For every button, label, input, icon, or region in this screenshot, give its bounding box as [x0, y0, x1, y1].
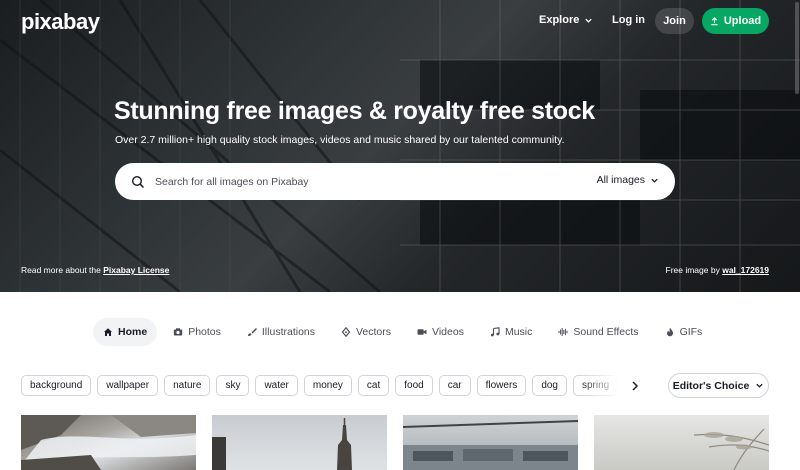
explore-menu-button[interactable]: Explore: [539, 14, 593, 26]
tab-label: Photos: [188, 326, 221, 338]
chip-food[interactable]: food: [395, 375, 433, 396]
pixabay-logo[interactable]: pixabay: [21, 9, 100, 35]
tab-label: Music: [504, 326, 533, 338]
chip-dog[interactable]: dog: [532, 375, 567, 396]
tab-gifs[interactable]: GIFs: [655, 318, 713, 346]
video-icon: [417, 329, 427, 335]
tab-vectors[interactable]: Vectors: [331, 318, 401, 346]
chip-water[interactable]: water: [255, 375, 298, 396]
chip-sky[interactable]: sky: [216, 375, 250, 396]
tab-label: Home: [118, 326, 148, 338]
explore-label: Explore: [539, 14, 580, 26]
image-thumbnail[interactable]: [403, 415, 578, 470]
credit-prefix: Free image by: [665, 265, 723, 275]
brush-icon: [247, 328, 257, 336]
chevron-right-icon[interactable]: [628, 379, 642, 393]
search-suggestion-chips: background wallpaper nature sky water mo…: [21, 375, 619, 397]
sound-wave-icon: [558, 328, 568, 336]
tab-music[interactable]: Music: [480, 318, 542, 346]
upload-label: Upload: [723, 15, 762, 27]
join-button[interactable]: Join: [655, 8, 694, 34]
tab-home[interactable]: Home: [93, 318, 158, 346]
chevron-down-icon: [585, 18, 593, 23]
chevron-down-icon: [756, 383, 763, 388]
chip-cat[interactable]: cat: [357, 375, 390, 396]
license-note: Read more about the Pixabay License: [21, 265, 169, 275]
camera-icon: [173, 328, 183, 336]
image-thumbnail[interactable]: [212, 415, 387, 470]
tab-illustrations[interactable]: Illustrations: [237, 318, 325, 346]
tab-label: Vectors: [356, 326, 392, 338]
license-prefix: Read more about the: [21, 265, 104, 275]
top-navigation: pixabay Explore Log in Join Upload: [0, 0, 800, 44]
media-tabs: Home Photos Illustrations Vectors Videos…: [93, 318, 718, 346]
dried-grass-photo: [693, 428, 769, 470]
search-input[interactable]: [155, 172, 575, 192]
chip-car[interactable]: car: [438, 375, 471, 396]
hero-title: Stunning free images & royalty free stoc…: [114, 97, 595, 125]
industrial-building-photo: [403, 420, 578, 470]
chip-wallpaper[interactable]: wallpaper: [97, 375, 159, 396]
tab-label: Videos: [432, 326, 464, 338]
editors-choice-label: Editor's Choice: [672, 379, 750, 392]
media-type-label: All images: [596, 174, 645, 186]
credit-user-link[interactable]: wal_172619: [722, 265, 769, 275]
flame-icon: [666, 327, 673, 337]
pen-nib-icon: [341, 327, 351, 337]
media-type-dropdown[interactable]: All images: [597, 174, 659, 186]
chevron-down-icon: [651, 178, 658, 183]
tab-videos[interactable]: Videos: [407, 318, 474, 346]
license-link[interactable]: Pixabay License: [103, 265, 169, 275]
river-rocks-photo: [21, 415, 196, 470]
tab-label: GIFs: [679, 326, 703, 338]
chips-fade-overlay: [580, 374, 620, 398]
editors-choice-dropdown[interactable]: Editor's Choice: [668, 373, 769, 398]
tab-label: Sound Effects: [573, 326, 639, 338]
chip-background[interactable]: background: [21, 375, 92, 396]
home-icon: [104, 328, 112, 336]
tab-sound-effects[interactable]: Sound Effects: [548, 318, 648, 346]
hero-banner: pixabay Explore Log in Join Upload Stunn…: [0, 0, 800, 292]
image-credit: Free image by wal_172619: [666, 265, 770, 275]
upload-button[interactable]: Upload: [702, 8, 769, 34]
chip-money[interactable]: money: [303, 375, 352, 396]
image-thumbnail[interactable]: [594, 415, 769, 470]
scrollbar-thumb[interactable]: [795, 2, 799, 94]
login-link[interactable]: Log in: [612, 14, 645, 26]
cathedral-spire-photo: [212, 418, 352, 470]
music-note-icon: [490, 327, 500, 337]
chip-flowers[interactable]: flowers: [476, 375, 527, 396]
tab-label: Illustrations: [261, 326, 315, 338]
search-bar[interactable]: All images: [115, 163, 675, 200]
page-scrollbar[interactable]: [794, 0, 800, 470]
search-icon: [131, 175, 145, 189]
chip-nature[interactable]: nature: [164, 375, 211, 396]
tab-photos[interactable]: Photos: [163, 318, 231, 346]
hero-subtitle: Over 2.7 million+ high quality stock ima…: [115, 134, 565, 146]
upload-icon: [711, 16, 718, 25]
image-thumbnail[interactable]: [21, 415, 196, 470]
